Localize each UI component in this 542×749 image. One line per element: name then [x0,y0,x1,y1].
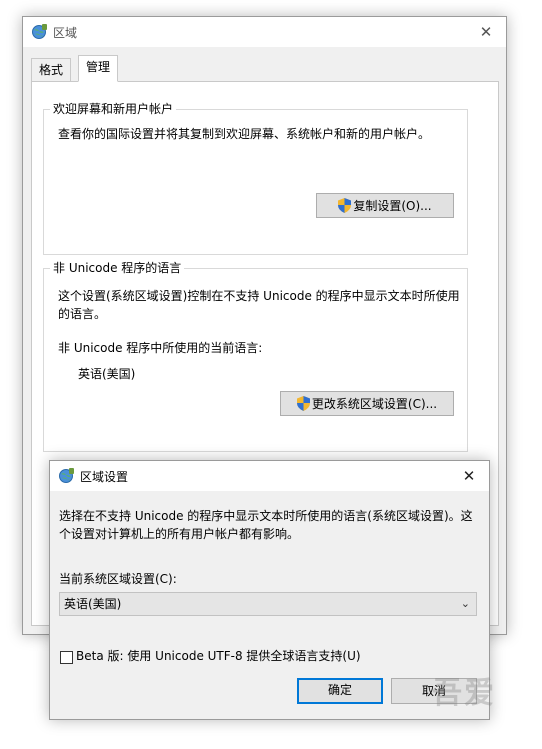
ok-button[interactable]: 确定 [297,678,383,704]
dialog-title-bar: 区域设置 ✕ [50,461,489,491]
welcome-screen-group: 欢迎屏幕和新用户帐户 查看你的国际设置并将其复制到欢迎屏幕、系统帐户和新的用户帐… [43,102,468,255]
group-title-welcome: 欢迎屏幕和新用户帐户 [50,102,177,116]
close-icon[interactable]: ✕ [472,20,500,44]
close-icon[interactable]: ✕ [455,464,483,488]
region-settings-dialog: 区域设置 ✕ 选择在不支持 Unicode 的程序中显示文本时所使用的语言(系统… [49,460,490,720]
non-unicode-group: 非 Unicode 程序的语言 这个设置(系统区域设置)控制在不支持 Unico… [43,261,468,452]
current-language-label: 非 Unicode 程序中所使用的当前语言: [58,341,263,355]
tab-administrative[interactable]: 管理 [78,55,119,82]
system-locale-dropdown[interactable]: 英语(美国) ⌄ [59,592,477,616]
non-unicode-description: 这个设置(系统区域设置)控制在不支持 Unicode 的程序中显示文本时所使用的… [58,289,460,321]
group-title-non-unicode: 非 Unicode 程序的语言 [50,261,185,275]
copy-settings-button[interactable]: 复制设置(O)... [316,193,454,218]
watermark: 吾爱 [432,676,496,711]
title-bar: 区域 ✕ [23,17,506,47]
beta-utf8-label[interactable]: Beta 版: 使用 Unicode UTF-8 提供全球语言支持(U) [76,647,361,665]
current-language-value: 英语(美国) [78,367,136,381]
locale-label: 当前系统区域设置(C): [59,572,177,586]
welcome-description: 查看你的国际设置并将其复制到欢迎屏幕、系统帐户和新的用户帐户。 [58,127,431,141]
uac-shield-icon [338,198,352,213]
beta-utf8-checkbox[interactable] [60,651,73,664]
chevron-down-icon: ⌄ [460,597,470,610]
system-locale-value: 英语(美国) [64,597,122,611]
change-system-locale-label: 更改系统区域设置(C)... [311,397,438,411]
globe-icon [59,468,74,483]
window-title: 区域 [53,26,78,40]
dialog-title: 区域设置 [80,470,129,484]
dialog-description: 选择在不支持 Unicode 的程序中显示文本时所使用的语言(系统区域设置)。这… [59,509,473,541]
copy-settings-label: 复制设置(O)... [353,199,432,213]
change-system-locale-button[interactable]: 更改系统区域设置(C)... [280,391,454,416]
globe-icon [32,24,47,39]
tab-format[interactable]: 格式 [31,58,72,82]
uac-shield-icon [296,396,310,411]
